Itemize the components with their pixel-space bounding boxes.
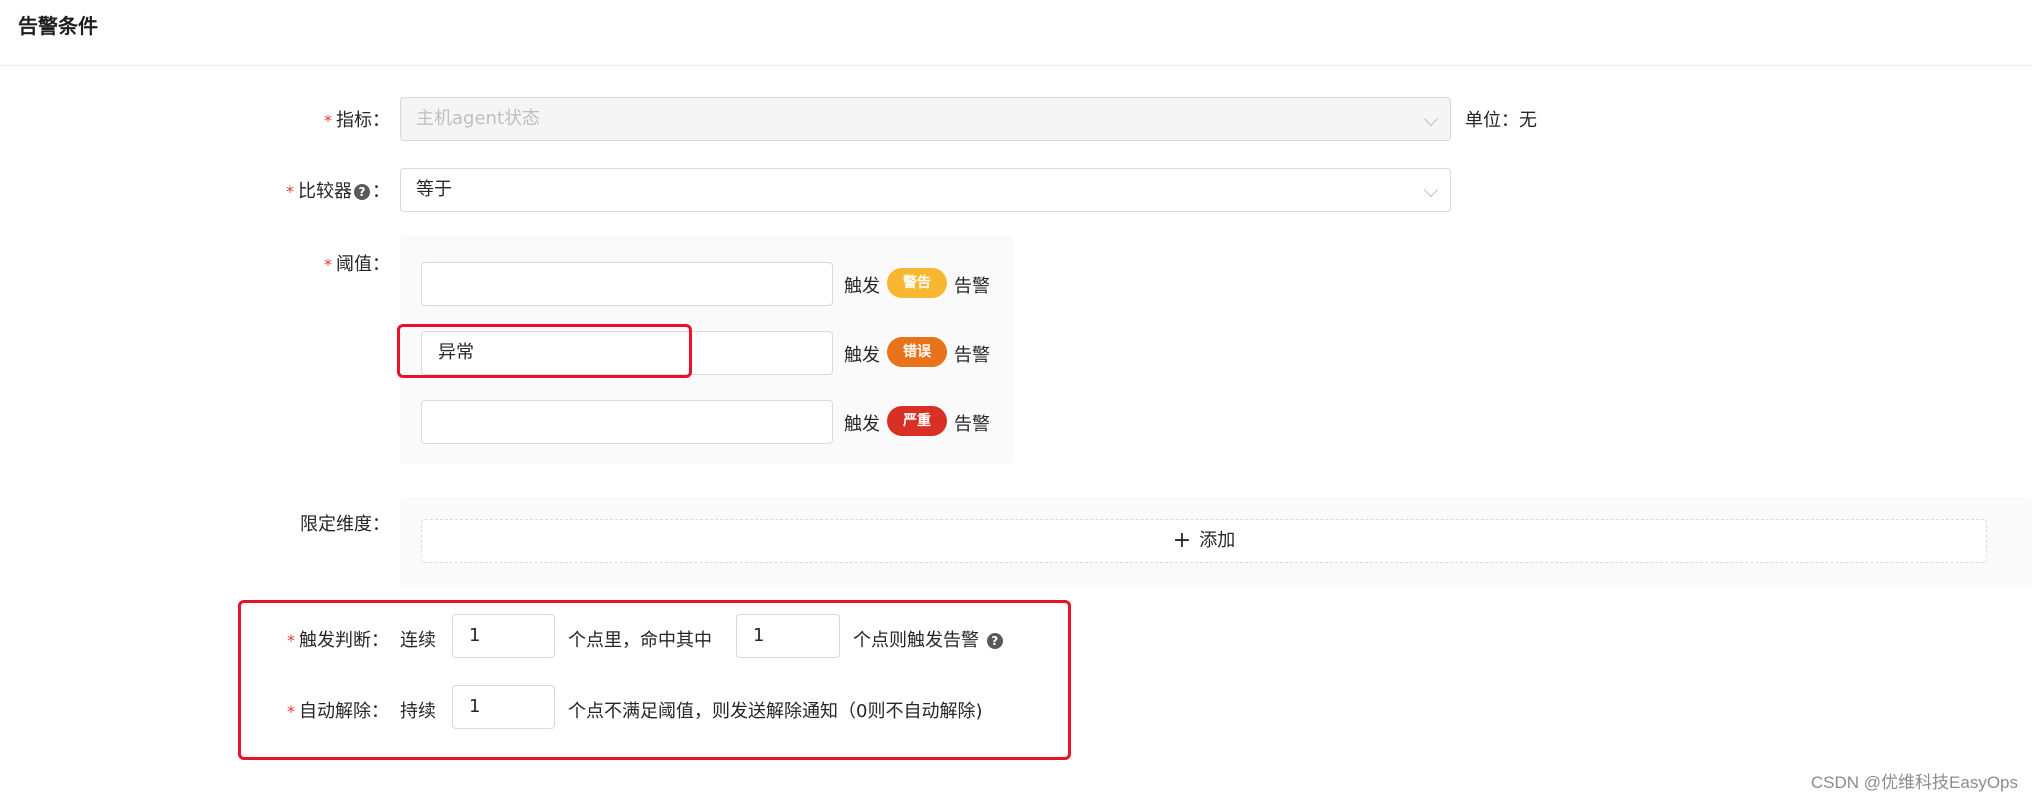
comparator-label: * 比较器?： <box>286 177 390 203</box>
threshold-warning-input[interactable] <box>421 262 833 306</box>
alert-suffix-text: 告警 <box>954 345 990 366</box>
required-asterisk: * <box>286 182 294 201</box>
required-asterisk: * <box>324 255 332 274</box>
trigger-text: 触发 <box>844 276 880 297</box>
chevron-down-icon <box>1423 111 1439 127</box>
add-dimension-button[interactable]: + 添加 <box>421 519 1987 563</box>
chevron-down-icon <box>1423 182 1439 198</box>
section-title: 告警条件 <box>18 14 98 38</box>
required-asterisk: * <box>324 111 332 130</box>
threshold-label: * 阈值： <box>324 250 390 276</box>
threshold-label-text: 阈值： <box>336 254 390 275</box>
error-badge: 错误 <box>887 337 947 367</box>
section-header: 告警条件 <box>0 0 2032 66</box>
trigger-text: 触发 <box>844 414 880 435</box>
metric-label: * 指标： <box>324 106 390 132</box>
warning-badge: 警告 <box>887 268 947 298</box>
metric-select[interactable]: 主机agent状态 <box>400 97 1451 141</box>
metric-select-value: 主机agent状态 <box>416 108 540 129</box>
question-icon[interactable]: ? <box>354 184 370 200</box>
threshold-critical-input[interactable] <box>421 400 833 444</box>
alert-suffix-text: 告警 <box>954 276 990 297</box>
comparator-label-colon: ： <box>372 181 390 202</box>
alert-suffix-text: 告警 <box>954 414 990 435</box>
plus-icon: + <box>1172 528 1192 553</box>
watermark: CSDN @优维科技EasyOps <box>1810 773 2018 792</box>
metric-label-text: 指标： <box>336 110 390 131</box>
highlight-box-error-input <box>397 324 692 378</box>
dimension-label: 限定维度： <box>300 514 390 535</box>
unit-label: 单位：无 <box>1465 110 1537 131</box>
comparator-label-text: 比较器 <box>298 181 352 202</box>
trigger-text: 触发 <box>844 345 880 366</box>
comparator-select-value: 等于 <box>416 179 452 200</box>
comparator-select[interactable]: 等于 <box>400 168 1451 212</box>
add-dimension-label: 添加 <box>1199 530 1236 551</box>
critical-badge: 严重 <box>887 406 947 436</box>
highlight-box-trigger-section <box>238 600 1071 760</box>
